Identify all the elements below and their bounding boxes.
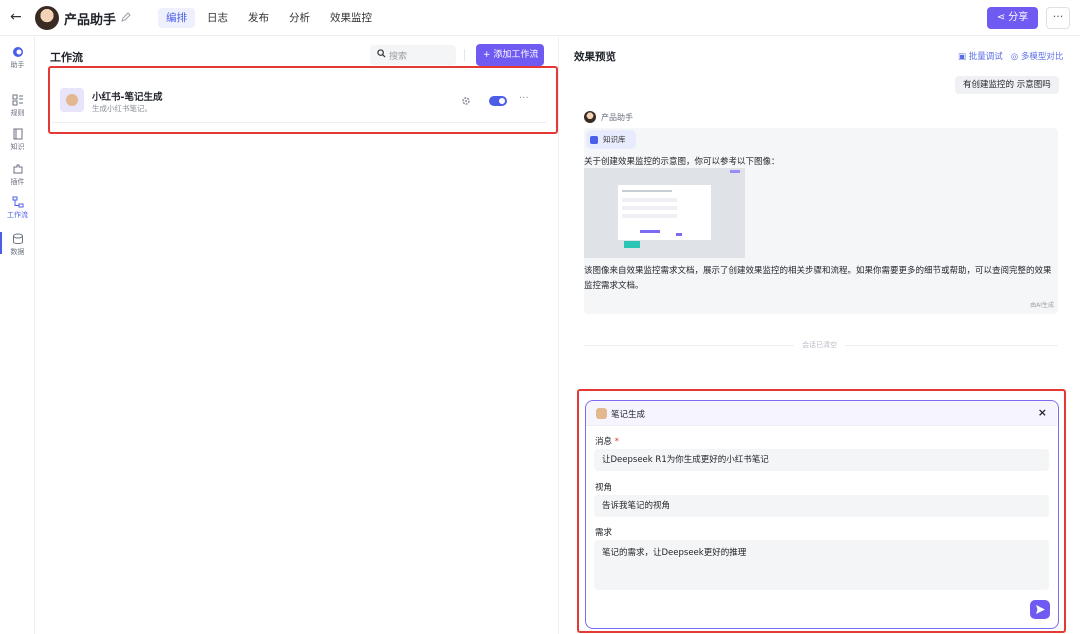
preview-actions: ▣ 批量调试 ◎ 多模型对比 — [958, 50, 1063, 62]
toolbar-divider — [464, 49, 465, 61]
rail-item-assistant[interactable]: 助手 — [0, 46, 35, 70]
knowledge-chip-icon — [590, 135, 598, 144]
more-button[interactable]: ··· — [1046, 7, 1070, 29]
tab-orchestrate[interactable]: 编排 — [158, 8, 195, 28]
app-title: 产品助手 — [64, 13, 117, 28]
gear-icon[interactable] — [461, 96, 471, 106]
bot-avatar — [584, 111, 596, 123]
share-icon: ⋖ — [996, 12, 1009, 23]
main-tabs: 编排 日志 发布 分析 效果监控 — [158, 8, 380, 28]
session-cleared-label: 会话已清空 — [794, 340, 845, 350]
more-icon[interactable]: ··· — [519, 93, 529, 104]
bot-message: 知识库 关于创建效果监控的示意图，你可以参考以下图像： 该图像来自效果监控需求文… — [584, 128, 1058, 314]
plugin-icon — [13, 164, 22, 174]
screenshot-image[interactable] — [584, 168, 745, 258]
requirement-textarea[interactable]: 笔记的需求，让Deepseek更好的推理 — [594, 540, 1049, 590]
rules-icon — [12, 94, 23, 106]
workflow-input-form: 笔记生成 × 消息 * 让Deepseek R1为你生成更好的小红书笔记 视角 … — [585, 400, 1059, 629]
workflow-name: 小红书-笔记生成 — [92, 92, 163, 103]
workflow-panel: 工作流 搜索 + 添加工作流 小红书-笔记生成 生成小红书笔记。 ··· — [36, 37, 559, 634]
app-avatar — [35, 6, 59, 30]
form-header: 笔记生成 × — [586, 401, 1057, 426]
tab-analytics[interactable]: 分析 — [281, 8, 318, 28]
rail-item-knowledge[interactable]: 知识 — [0, 128, 35, 152]
rail-item-data[interactable]: 数据 — [0, 233, 35, 257]
workflow-icon — [12, 196, 23, 208]
preview-title: 效果预览 — [574, 51, 616, 63]
edit-icon[interactable] — [120, 11, 132, 23]
icon-rail: 助手 规则 知识 插件 工作流 数据 — [0, 36, 35, 634]
perspective-input[interactable]: 告诉我笔记的视角 — [594, 495, 1049, 517]
rail-label: 知识 — [10, 143, 25, 151]
add-workflow-button[interactable]: + 添加工作流 — [476, 44, 544, 66]
rail-label: 助手 — [10, 61, 25, 69]
message-body: 该图像来自效果监控需求文档，展示了创建效果监控的相关步骤和流程。如果你需要更多的… — [584, 266, 1052, 291]
bot-name: 产品助手 — [601, 113, 633, 122]
field-label-requirement: 需求 — [595, 528, 613, 538]
share-button[interactable]: ⋖ 分享 — [987, 7, 1038, 29]
search-icon — [377, 49, 386, 58]
top-bar: ← 产品助手 编排 日志 发布 分析 效果监控 ⋖ 分享 ··· — [0, 0, 1080, 36]
workflow-avatar — [596, 408, 607, 419]
tab-logs[interactable]: 日志 — [199, 8, 236, 28]
tab-publish[interactable]: 发布 — [240, 8, 277, 28]
logo-icon — [12, 47, 23, 57]
plus-icon: + — [483, 50, 494, 60]
enable-toggle[interactable] — [489, 96, 507, 106]
knowledge-chip-label: 知识库 — [603, 135, 626, 144]
workflow-avatar — [60, 88, 84, 112]
rail-label: 工作流 — [7, 211, 28, 219]
knowledge-icon — [13, 128, 22, 140]
rail-label: 数据 — [10, 248, 25, 256]
knowledge-chip[interactable]: 知识库 — [586, 130, 636, 149]
model-compare-link[interactable]: ◎ 多模型对比 — [1011, 50, 1064, 62]
form-title: 笔记生成 — [611, 410, 646, 420]
compare-icon: ◎ — [1010, 52, 1021, 62]
batch-icon: ▣ — [958, 52, 969, 62]
field-label-perspective: 视角 — [595, 483, 613, 493]
rail-item-rules[interactable]: 规则 — [0, 94, 35, 118]
batch-debug-link[interactable]: ▣ 批量调试 — [958, 50, 1003, 62]
workflow-desc: 生成小红书笔记。 — [92, 104, 152, 113]
search-input[interactable]: 搜索 — [370, 45, 456, 65]
ai-generated-note: 由AI生成 — [1030, 302, 1054, 309]
field-label-message: 消息 * — [595, 437, 619, 447]
database-icon — [12, 233, 23, 244]
add-workflow-label: 添加工作流 — [493, 50, 539, 60]
close-icon[interactable]: × — [1038, 406, 1047, 419]
arrow-left-icon[interactable]: ← — [10, 9, 26, 25]
workflow-item[interactable]: 小红书-笔记生成 生成小红书笔记。 ··· — [52, 79, 546, 123]
user-message: 有创建监控的 示意图吗 — [955, 76, 1059, 94]
rail-item-workflow[interactable]: 工作流 — [0, 196, 35, 220]
rail-item-plugins[interactable]: 插件 — [0, 163, 35, 187]
tab-monitoring[interactable]: 效果监控 — [322, 8, 380, 28]
rail-label: 插件 — [10, 178, 25, 186]
message-input[interactable]: 让Deepseek R1为你生成更好的小红书笔记 — [594, 449, 1049, 471]
rail-label: 规则 — [10, 109, 25, 117]
workflow-title: 工作流 — [50, 51, 83, 64]
message-intro: 关于创建效果监控的示意图，你可以参考以下图像： — [584, 157, 780, 167]
search-placeholder: 搜索 — [389, 52, 408, 62]
send-icon — [1036, 605, 1045, 614]
share-label: 分享 — [1008, 12, 1029, 23]
send-button[interactable] — [1030, 600, 1050, 619]
